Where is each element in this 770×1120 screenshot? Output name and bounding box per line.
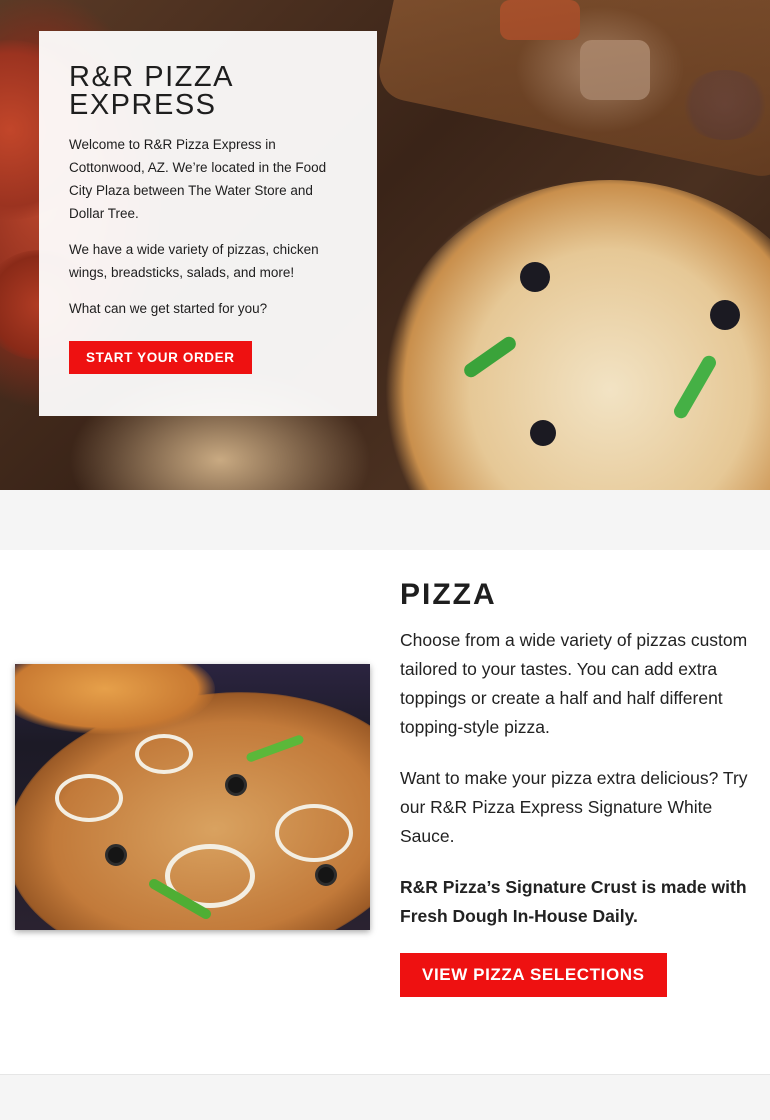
onion-ring (135, 734, 193, 774)
section-spacer (0, 490, 770, 550)
pizza-heading: PIZZA (400, 578, 497, 611)
cutting-board-decoration (373, 0, 770, 182)
olive-topping (105, 844, 127, 866)
onion-ring (275, 804, 353, 862)
hero-paragraph: We have a wide variety of pizzas, chicke… (69, 242, 319, 280)
signature-crust-text: R&R Pizza’s Signature Crust is made with… (400, 877, 747, 926)
start-order-button[interactable]: START YOUR ORDER (69, 341, 252, 374)
olive-decoration (520, 262, 550, 292)
hero-card: R&R PIZZA EXPRESS Welcome to R&R Pizza E… (39, 31, 377, 416)
footer-spacer (0, 1075, 770, 1120)
hero-paragraph: What can we get started for you? (69, 301, 268, 316)
pizza-paragraph: Choose from a wide variety of pizzas cus… (400, 630, 748, 737)
olive-topping (225, 774, 247, 796)
hero-banner: R&R PIZZA EXPRESS Welcome to R&R Pizza E… (0, 0, 770, 490)
view-pizza-selections-button[interactable]: VIEW PIZZA SELECTIONS (400, 953, 667, 997)
pizza-photo (15, 664, 370, 930)
pizza-paragraph: Want to make your pizza extra delicious?… (400, 768, 748, 846)
olive-decoration (530, 420, 556, 446)
hero-title: R&R PIZZA EXPRESS (69, 61, 233, 121)
pizza-content: PIZZA Choose from a wide variety of pizz… (400, 578, 752, 997)
olive-topping (315, 864, 337, 886)
pizza-section: PIZZA Choose from a wide variety of pizz… (0, 550, 770, 1075)
onion-ring (55, 774, 123, 822)
olive-decoration (710, 300, 740, 330)
pizza-decoration (380, 180, 770, 490)
hero-paragraph: Welcome to R&R Pizza Express in Cottonwo… (69, 137, 327, 221)
